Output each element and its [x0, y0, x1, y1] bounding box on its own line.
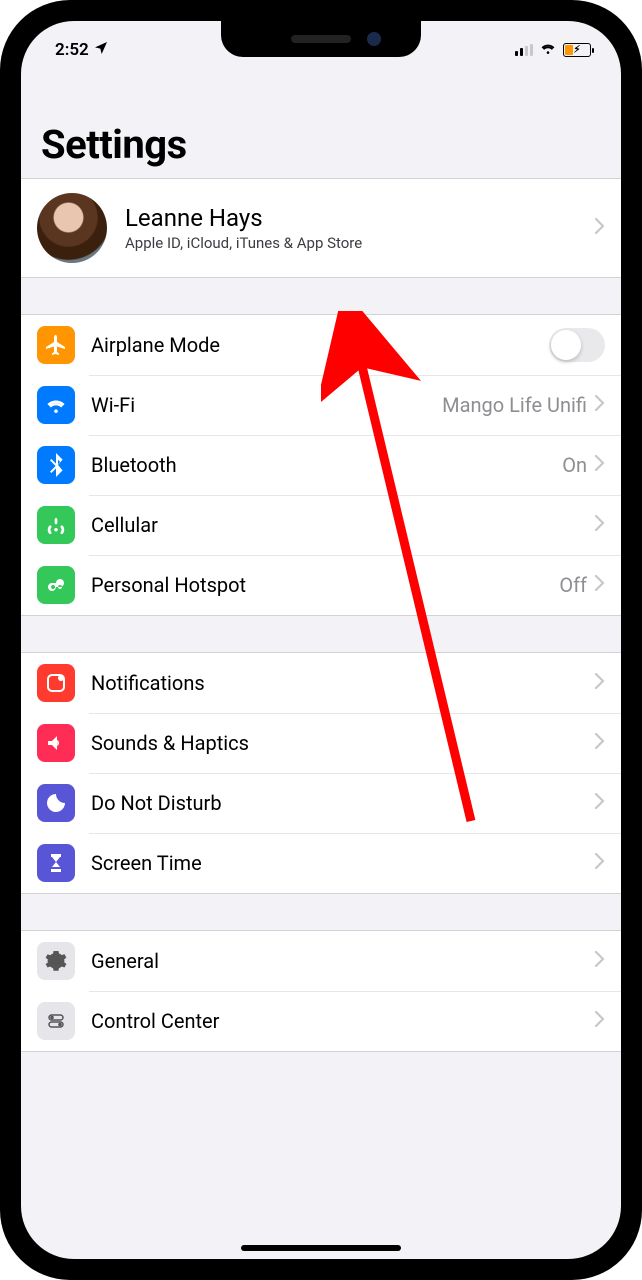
settings-content[interactable]: Settings Leanne Hays Apple ID, iCloud, i… — [21, 21, 621, 1259]
row-value: Mango Life Unifi — [442, 393, 587, 417]
chevron-right-icon — [595, 951, 605, 971]
wifi-icon — [539, 39, 557, 61]
location-icon — [93, 40, 109, 61]
general-row[interactable]: General — [21, 931, 621, 991]
row-label: Bluetooth — [91, 453, 562, 477]
chevron-right-icon — [595, 395, 605, 415]
row-label: Notifications — [91, 671, 595, 695]
row-label: Screen Time — [91, 851, 595, 875]
row-label: Airplane Mode — [91, 333, 549, 357]
screen: 2:52 ⚡︎ — [21, 21, 621, 1259]
mute-switch — [0, 210, 2, 250]
speaker-grille — [291, 35, 351, 43]
airplane-mode-row[interactable]: Airplane Mode — [21, 315, 621, 375]
row-label: Cellular — [91, 513, 595, 537]
cellular-row[interactable]: Cellular — [21, 495, 621, 555]
chevron-right-icon — [595, 853, 605, 873]
system-group: General Control Center — [21, 930, 621, 1052]
general-icon — [37, 942, 75, 980]
row-label: General — [91, 949, 595, 973]
profile-group: Leanne Hays Apple ID, iCloud, iTunes & A… — [21, 178, 621, 278]
profile-subtitle: Apple ID, iCloud, iTunes & App Store — [125, 234, 595, 252]
hotspot-row[interactable]: Personal Hotspot Off — [21, 555, 621, 615]
status-time: 2:52 — [55, 40, 89, 60]
chevron-right-icon — [595, 733, 605, 753]
row-value: Off — [559, 573, 587, 597]
chevron-right-icon — [595, 1011, 605, 1031]
sounds-icon — [37, 724, 75, 762]
wifi-row[interactable]: Wi-Fi Mango Life Unifi — [21, 375, 621, 435]
dnd-row[interactable]: Do Not Disturb — [21, 773, 621, 833]
dnd-icon — [37, 784, 75, 822]
sounds-row[interactable]: Sounds & Haptics — [21, 713, 621, 773]
screen-time-icon — [37, 844, 75, 882]
chevron-right-icon — [595, 575, 605, 595]
front-camera — [367, 32, 381, 46]
notch — [221, 21, 421, 57]
alerts-group: Notifications Sounds & Haptics — [21, 652, 621, 894]
row-value: On — [562, 453, 587, 477]
control-center-icon — [37, 1002, 75, 1040]
row-label: Control Center — [91, 1009, 595, 1033]
volume-down-button — [0, 380, 2, 460]
row-label: Wi-Fi — [91, 393, 442, 417]
chevron-right-icon — [595, 218, 605, 238]
device-frame: 2:52 ⚡︎ — [0, 0, 642, 1280]
connectivity-group: Airplane Mode Wi-Fi Mango Life Unifi — [21, 314, 621, 616]
home-indicator[interactable] — [241, 1245, 401, 1251]
battery-icon: ⚡︎ — [563, 43, 591, 57]
chevron-right-icon — [595, 515, 605, 535]
wifi-settings-icon — [37, 386, 75, 424]
chevron-right-icon — [595, 455, 605, 475]
row-label: Do Not Disturb — [91, 791, 595, 815]
bluetooth-row[interactable]: Bluetooth On — [21, 435, 621, 495]
airplane-toggle[interactable] — [549, 328, 605, 362]
row-label: Personal Hotspot — [91, 573, 559, 597]
chevron-right-icon — [595, 673, 605, 693]
page-title: Settings — [41, 121, 601, 168]
airplane-icon — [37, 326, 75, 364]
bluetooth-icon — [37, 446, 75, 484]
avatar — [37, 193, 107, 263]
chevron-right-icon — [595, 793, 605, 813]
profile-name: Leanne Hays — [125, 204, 595, 232]
notifications-icon — [37, 664, 75, 702]
control-center-row[interactable]: Control Center — [21, 991, 621, 1051]
row-label: Sounds & Haptics — [91, 731, 595, 755]
volume-up-button — [0, 280, 2, 360]
cellular-icon — [37, 506, 75, 544]
screen-time-row[interactable]: Screen Time — [21, 833, 621, 893]
cellular-signal-icon — [515, 44, 533, 56]
hotspot-icon — [37, 566, 75, 604]
notifications-row[interactable]: Notifications — [21, 653, 621, 713]
apple-id-row[interactable]: Leanne Hays Apple ID, iCloud, iTunes & A… — [21, 179, 621, 277]
